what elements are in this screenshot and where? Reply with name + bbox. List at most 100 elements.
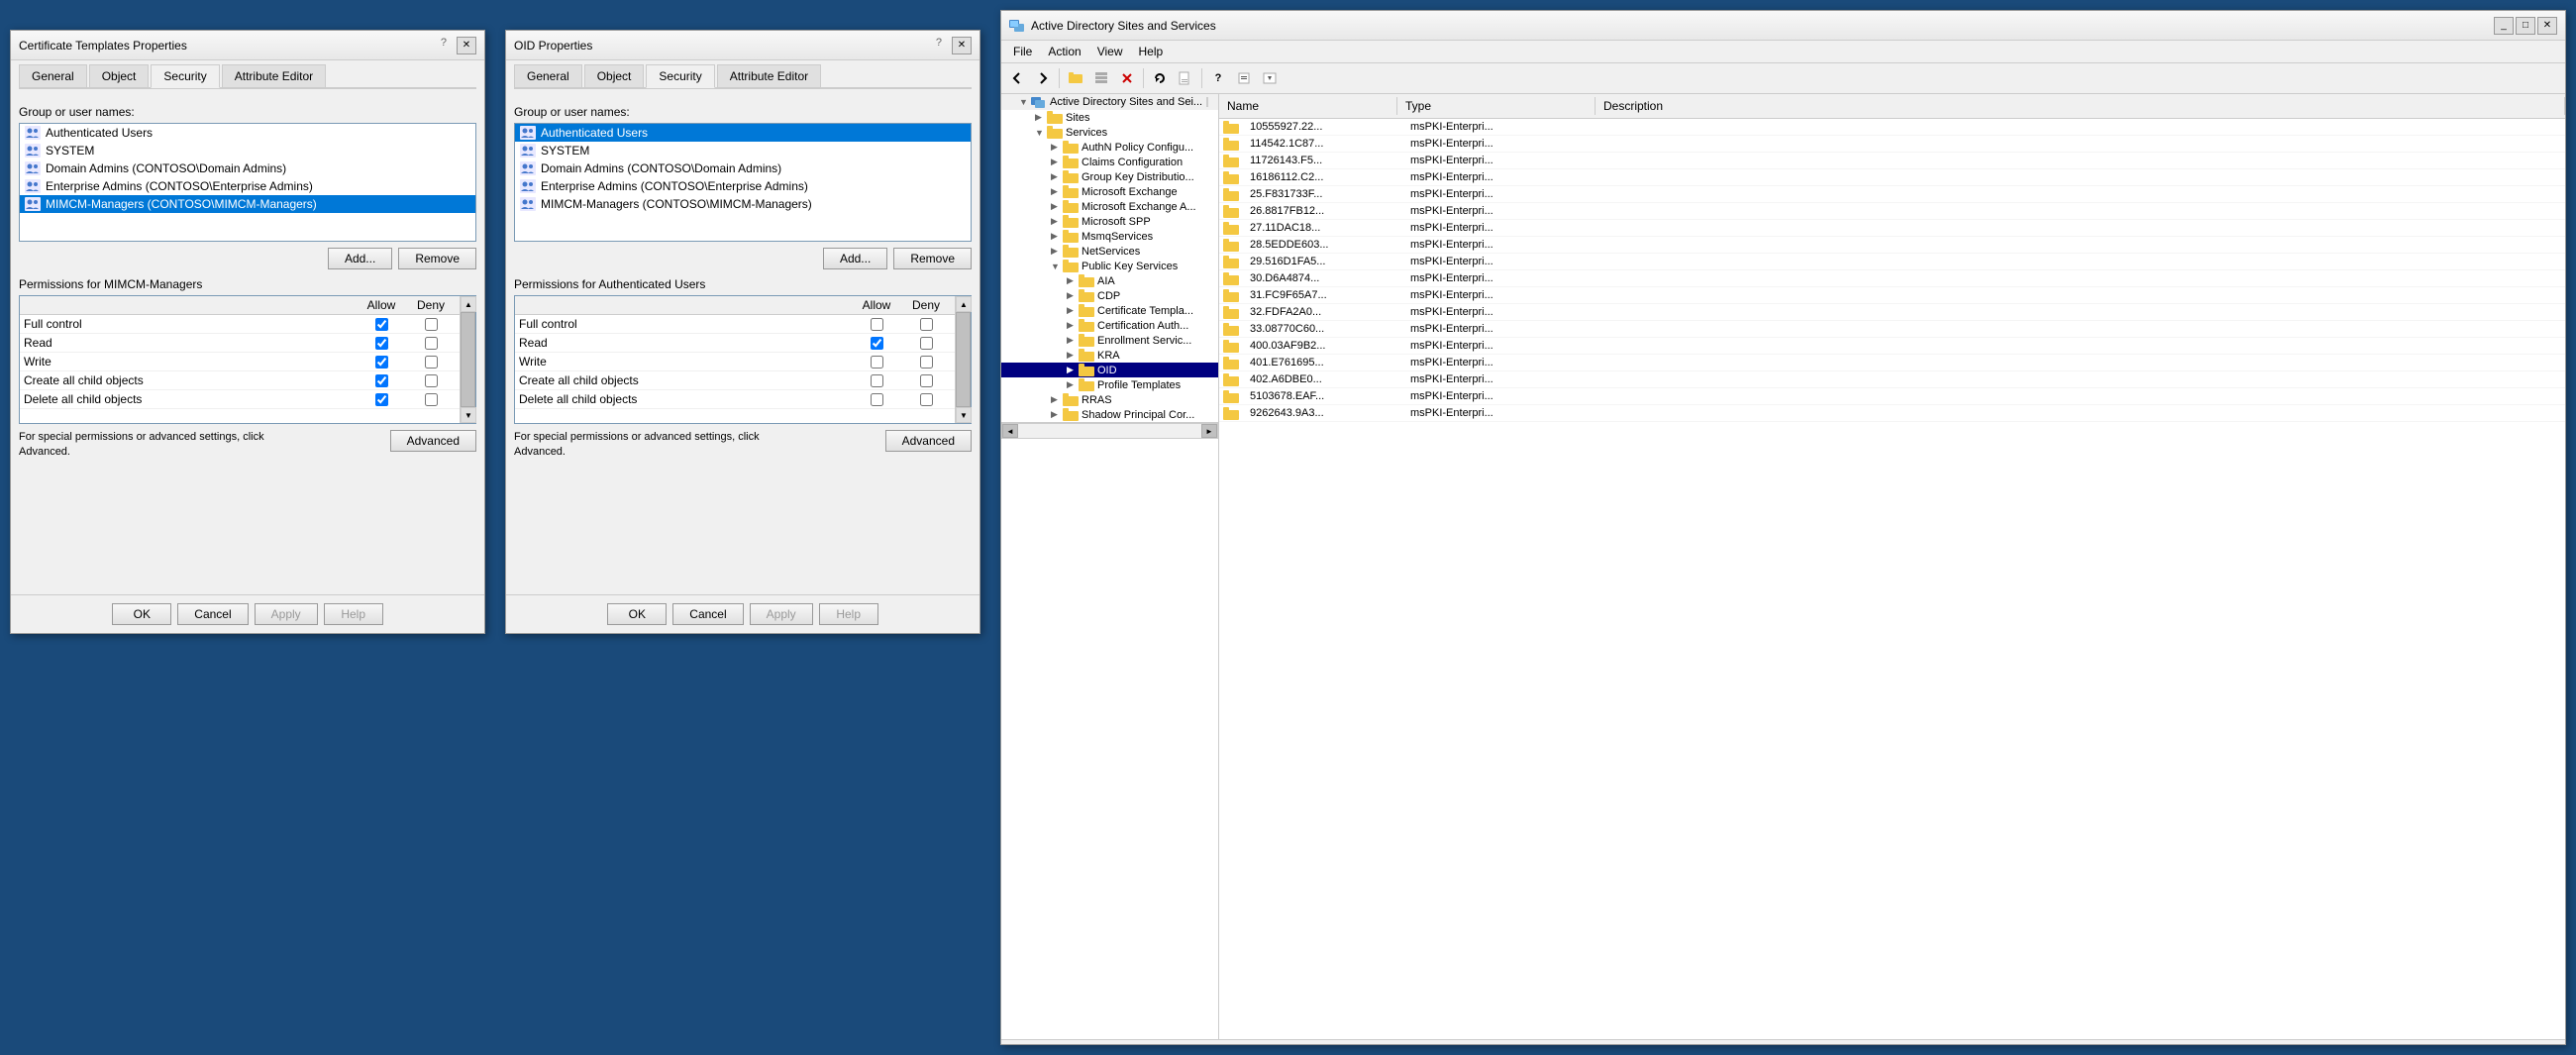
perm-deny-check[interactable]: [901, 337, 951, 350]
tree-item[interactable]: ▶ Microsoft Exchange: [1001, 184, 1218, 199]
perm-deny-check[interactable]: [406, 393, 456, 406]
scroll-thumb[interactable]: [461, 312, 475, 407]
tab-general-2[interactable]: General: [514, 64, 582, 87]
perm-allow-checkbox[interactable]: [871, 393, 883, 406]
tree-item-services[interactable]: ▼ Services: [1001, 125, 1218, 140]
perm-deny-checkbox[interactable]: [425, 393, 438, 406]
tree-item[interactable]: ▶ KRA: [1001, 348, 1218, 363]
scroll-down[interactable]: ▼: [956, 407, 972, 423]
expand-icon[interactable]: ▶: [1067, 290, 1079, 301]
tree-item-root[interactable]: ▼ Active Directory Sites and Sei...: [1001, 94, 1218, 110]
perm-allow-checkbox[interactable]: [871, 356, 883, 369]
tree-item[interactable]: ▶ Group Key Distributio...: [1001, 169, 1218, 184]
perm-allow-check[interactable]: [357, 393, 406, 406]
tab-object-2[interactable]: Object: [584, 64, 645, 87]
dialog2-cancel-button[interactable]: Cancel: [672, 603, 743, 625]
perm-deny-checkbox[interactable]: [920, 356, 933, 369]
perm-allow-check[interactable]: [852, 337, 901, 350]
tab-attribute-1[interactable]: Attribute Editor: [222, 64, 326, 87]
tree-item-sites[interactable]: ▶ Sites: [1001, 110, 1218, 125]
perm-deny-check[interactable]: [406, 374, 456, 387]
scroll-left[interactable]: ◄: [1002, 424, 1018, 438]
perm-allow-checkbox[interactable]: [375, 374, 388, 387]
perm-allow-checkbox[interactable]: [375, 318, 388, 331]
list-item[interactable]: 25.F831733F... msPKI-Enterpri...: [1219, 186, 2565, 203]
expand-icon[interactable]: ▶: [1051, 246, 1063, 257]
dialog2-help-button[interactable]: Help: [819, 603, 878, 625]
group-item[interactable]: SYSTEM: [515, 142, 971, 159]
perm-deny-checkbox[interactable]: [920, 318, 933, 331]
tab-security-1[interactable]: Security: [151, 64, 219, 88]
list-item[interactable]: 16186112.C2... msPKI-Enterpri...: [1219, 169, 2565, 186]
tree-item[interactable]: ▶ AuthN Policy Configu...: [1001, 140, 1218, 155]
perm-deny-check[interactable]: [406, 318, 456, 331]
toolbar-details-button[interactable]: [1089, 66, 1113, 90]
menu-help[interactable]: Help: [1131, 43, 1172, 60]
list-item[interactable]: 31.FC9F65A7... msPKI-Enterpri...: [1219, 287, 2565, 304]
menu-file[interactable]: File: [1005, 43, 1040, 60]
menu-view[interactable]: View: [1089, 43, 1131, 60]
perm-deny-checkbox[interactable]: [425, 374, 438, 387]
perm-allow-check[interactable]: [852, 374, 901, 387]
toolbar-refresh-button[interactable]: [1148, 66, 1172, 90]
expand-icon[interactable]: ▶: [1067, 335, 1079, 346]
ad-close-button[interactable]: ✕: [2537, 17, 2557, 35]
expand-icon[interactable]: ▶: [1051, 201, 1063, 212]
tree-item[interactable]: ▶ Shadow Principal Cor...: [1001, 407, 1218, 422]
perm-allow-check[interactable]: [852, 356, 901, 369]
menu-action[interactable]: Action: [1040, 43, 1088, 60]
dialog2-remove-button[interactable]: Remove: [893, 248, 972, 269]
dialog1-help-button[interactable]: Help: [324, 603, 383, 625]
expand-icon[interactable]: ▶: [1067, 379, 1079, 390]
help-icon-2[interactable]: ?: [936, 37, 942, 54]
tree-item-oid[interactable]: ▶ OID: [1001, 363, 1218, 377]
tab-general-1[interactable]: General: [19, 64, 87, 87]
ad-minimize-button[interactable]: _: [2494, 17, 2514, 35]
help-icon[interactable]: ?: [441, 37, 447, 54]
dialog1-close-button[interactable]: ✕: [457, 37, 476, 54]
tree-item[interactable]: ▶ Profile Templates: [1001, 377, 1218, 392]
expand-icon[interactable]: ▶: [1067, 350, 1079, 361]
dialog1-apply-button[interactable]: Apply: [255, 603, 318, 625]
group-item[interactable]: Enterprise Admins (CONTOSO\Enterprise Ad…: [20, 177, 475, 195]
list-item[interactable]: 11726143.F5... msPKI-Enterpri...: [1219, 153, 2565, 169]
toolbar-folder-button[interactable]: [1064, 66, 1087, 90]
list-item[interactable]: 27.11DAC18... msPKI-Enterpri...: [1219, 220, 2565, 237]
toolbar-properties-button[interactable]: [1232, 66, 1256, 90]
dialog2-group-list[interactable]: Authenticated Users SYSTEM: [514, 123, 972, 242]
col-header-description[interactable]: Description: [1596, 97, 2565, 115]
toolbar-help-button[interactable]: ?: [1206, 66, 1230, 90]
perm-allow-checkbox[interactable]: [375, 393, 388, 406]
expand-icon[interactable]: ▼: [1051, 262, 1063, 271]
dialog2-close-button[interactable]: ✕: [952, 37, 972, 54]
ad-maximize-button[interactable]: □: [2516, 17, 2535, 35]
perm-deny-checkbox[interactable]: [920, 337, 933, 350]
tree-item[interactable]: ▶ Microsoft SPP: [1001, 214, 1218, 229]
expand-icon[interactable]: ▶: [1067, 275, 1079, 286]
expand-icon[interactable]: ▶: [1051, 142, 1063, 153]
perm-deny-check[interactable]: [901, 393, 951, 406]
perm-deny-check[interactable]: [901, 318, 951, 331]
dialog2-apply-button[interactable]: Apply: [750, 603, 813, 625]
dialog1-group-list[interactable]: Authenticated Users SYSTEM: [19, 123, 476, 242]
perm-allow-check[interactable]: [357, 356, 406, 369]
perm-allow-checkbox[interactable]: [871, 337, 883, 350]
perm-allow-checkbox[interactable]: [871, 374, 883, 387]
dialog2-perms-scrollbar[interactable]: ▲ ▼: [955, 296, 971, 423]
expand-icon[interactable]: ▶: [1051, 216, 1063, 227]
tree-scrollbar[interactable]: ◄ ►: [1001, 422, 1218, 439]
tab-security-2[interactable]: Security: [646, 64, 714, 88]
perm-deny-check[interactable]: [406, 356, 456, 369]
perm-allow-check[interactable]: [357, 374, 406, 387]
perm-allow-check[interactable]: [852, 393, 901, 406]
perm-deny-check[interactable]: [901, 356, 951, 369]
expand-icon[interactable]: ▶: [1051, 157, 1063, 167]
expand-icon[interactable]: ▶: [1051, 394, 1063, 405]
expand-icon[interactable]: ▶: [1051, 186, 1063, 197]
list-item[interactable]: 28.5EDDE603... msPKI-Enterpri...: [1219, 237, 2565, 254]
perm-allow-checkbox[interactable]: [375, 356, 388, 369]
expand-icon[interactable]: ▶: [1035, 112, 1047, 123]
toolbar-export-button[interactable]: [1174, 66, 1197, 90]
list-item[interactable]: 114542.1C87... msPKI-Enterpri...: [1219, 136, 2565, 153]
tree-item[interactable]: ▶ MsmqServices: [1001, 229, 1218, 244]
